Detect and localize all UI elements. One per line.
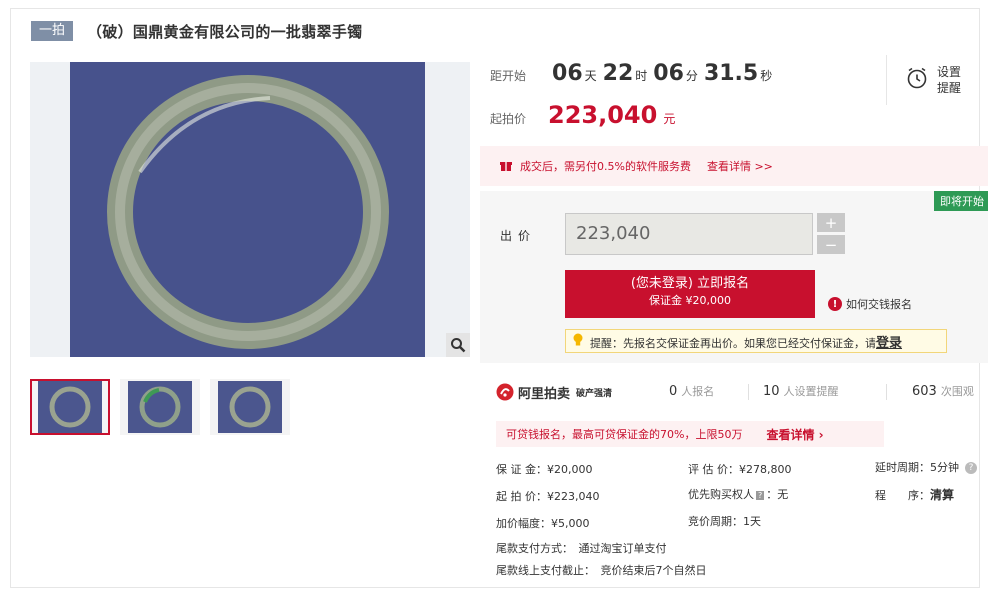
- title-row: 一拍 （破）国鼎黄金有限公司的一批翡翠手镯: [31, 19, 362, 43]
- thumbnail-2[interactable]: [120, 379, 200, 435]
- start-price-info: 起 拍 价：¥223,040: [496, 490, 600, 503]
- start-price-unit: 元: [663, 112, 676, 126]
- bid-label: 出价: [500, 229, 537, 243]
- brand-stats-row: 阿里拍卖 破产强清 0 人报名 10 人设置提醒 603 次围观: [496, 381, 980, 403]
- help-icon[interactable]: ?: [965, 462, 977, 474]
- how-to-pay-link[interactable]: ! 如何交钱报名: [828, 296, 912, 312]
- loan-promo-text: 可贷钱报名，最高可贷保证金的70%，上限50万: [506, 428, 743, 441]
- reminder-count: 10 人设置提醒: [763, 384, 839, 399]
- countdown-days: 06: [552, 61, 583, 86]
- view-count: 603 次围观: [912, 384, 974, 399]
- bid-amount-input[interactable]: 223,040: [565, 213, 813, 255]
- main-image-area: [30, 62, 470, 357]
- start-price-row: 起拍价 223,040 元: [490, 101, 675, 129]
- ali-auction-logo: 阿里拍卖 破产强清: [496, 383, 612, 402]
- countdown: 距开始 06 天 22 时 06 分 31.5 秒: [490, 61, 772, 86]
- final-payment-method: 尾款支付方式： 通过淘宝订单支付: [496, 542, 667, 555]
- fee-notice-text: 成交后，需另付0.5%的软件服务费: [520, 160, 691, 173]
- start-price-label: 起拍价: [490, 112, 527, 126]
- start-price-value: 223,040: [548, 101, 658, 129]
- countdown-minutes: 06: [653, 61, 684, 86]
- appraisal-info: 评 估 价：¥278,800: [688, 463, 792, 476]
- set-reminder-label: 设置提醒: [937, 65, 962, 95]
- countdown-minutes-unit: 分: [685, 69, 698, 83]
- signup-button[interactable]: (您未登录) 立即报名 保证金 ¥20,000: [565, 270, 815, 318]
- item-title: （破）国鼎黄金有限公司的一批翡翠手镯: [87, 22, 363, 41]
- priority-buyer-info: 优先购买权人? ：无: [688, 488, 789, 501]
- delay-info: 延时周期：5分钟?: [875, 459, 977, 475]
- brand-sub: 破产强清: [576, 388, 613, 399]
- zoom-icon[interactable]: [446, 333, 470, 357]
- alarm-clock-icon: [905, 66, 929, 94]
- gift-box-icon: [500, 157, 512, 176]
- countdown-seconds-unit: 秒: [760, 69, 773, 83]
- auction-info-panel: 距开始 06 天 22 时 06 分 31.5 秒 起拍价 223,040 元: [470, 47, 988, 587]
- auction-type-tag: 一拍: [31, 21, 74, 41]
- bid-box: 即将开始 出价 223,040 + − (您未登录) 立即报名 保证金 ¥20,…: [480, 191, 988, 363]
- login-tip: 提醒：先报名交保证金再出价。如果您已经交付保证金，请登录: [565, 329, 947, 353]
- status-badge: 即将开始: [934, 191, 988, 211]
- fee-notice: 成交后，需另付0.5%的软件服务费 查看详情 >>: [480, 146, 988, 186]
- final-payment-deadline: 尾款线上支付截止： 竞价结束后7个自然日: [496, 564, 707, 577]
- signup-deposit-label: 保证金 ¥20,000: [649, 294, 731, 307]
- bid-decrease-button[interactable]: −: [817, 235, 845, 254]
- loan-details-link[interactable]: 查看详情 ›: [766, 426, 823, 443]
- cycle-info: 竞价周期：1天: [688, 515, 761, 528]
- divider: [748, 384, 749, 400]
- loan-promo: 可贷钱报名，最高可贷保证金的70%，上限50万 查看详情 ›: [496, 421, 884, 447]
- countdown-hours-unit: 时: [635, 69, 648, 83]
- fee-details-link[interactable]: 查看详情 >>: [707, 158, 773, 174]
- thumbnail-list: [30, 379, 290, 435]
- thumbnail-3[interactable]: [210, 379, 290, 435]
- lightbulb-icon: [572, 332, 584, 351]
- thumbnail-1[interactable]: [30, 379, 110, 435]
- login-link[interactable]: 登录: [876, 336, 902, 351]
- countdown-label: 距开始: [490, 69, 527, 83]
- increment-info: 加价幅度：¥5,000: [496, 517, 590, 530]
- login-tip-text: 提醒：先报名交保证金再出价。如果您已经交付保证金，请登录: [590, 335, 903, 351]
- deposit-info: 保 证 金：¥20,000: [496, 463, 593, 476]
- bid-increase-button[interactable]: +: [817, 213, 845, 232]
- divider: [886, 384, 887, 400]
- set-reminder-button[interactable]: 设置提醒: [886, 55, 980, 105]
- procedure-info: 程 序：清算: [875, 488, 955, 502]
- auction-item-panel: 一拍 （破）国鼎黄金有限公司的一批翡翠手镯 距开始 06 天 22 时 06 分…: [10, 8, 988, 588]
- brand-name: 阿里拍卖: [518, 386, 571, 402]
- countdown-seconds: 31.5: [703, 61, 759, 86]
- countdown-hours: 22: [602, 61, 634, 86]
- how-to-pay-text: 如何交钱报名: [846, 298, 912, 311]
- info-icon: !: [828, 297, 842, 311]
- signup-count: 0 人报名: [669, 384, 715, 399]
- priority-badge: ?: [756, 490, 765, 500]
- bracelet-photo[interactable]: [70, 62, 425, 357]
- countdown-days-unit: 天: [584, 69, 597, 83]
- signup-button-label: (您未登录) 立即报名: [630, 276, 750, 291]
